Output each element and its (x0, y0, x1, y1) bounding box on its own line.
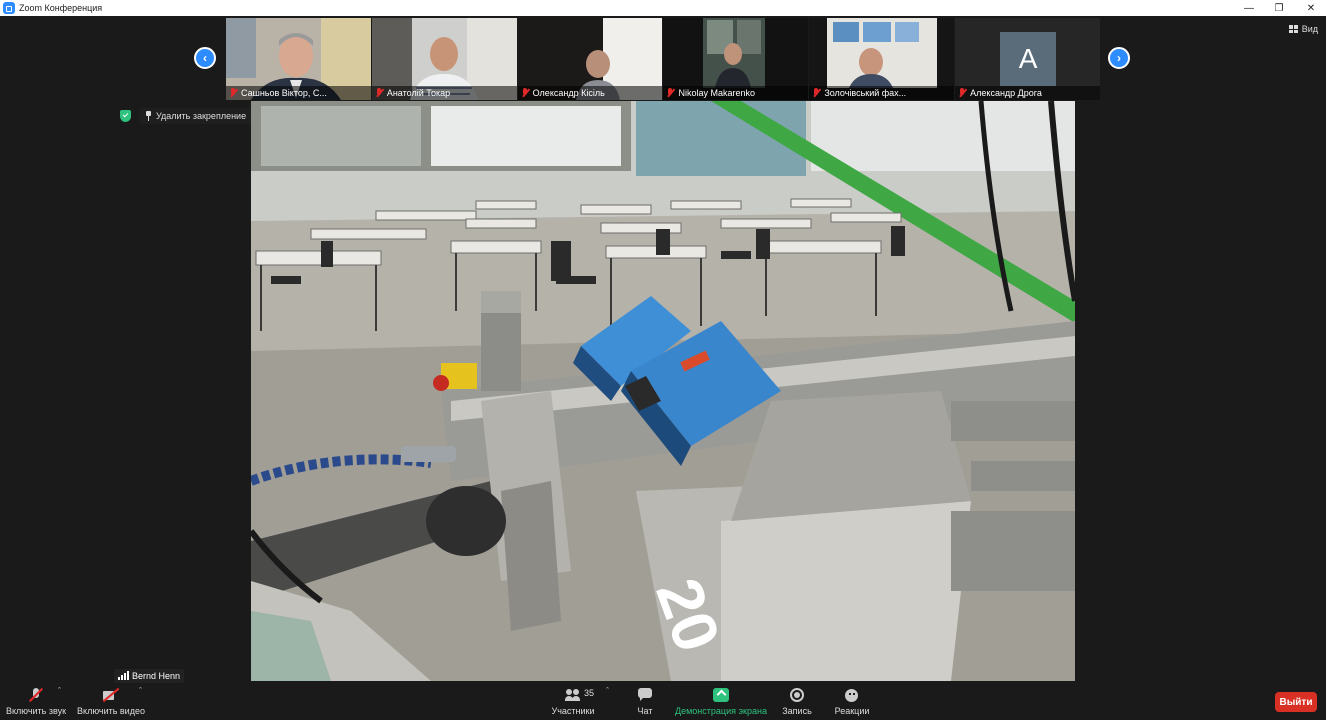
participant-tile[interactable]: Золочівський фах... (809, 18, 955, 100)
security-shield-icon[interactable] (120, 110, 131, 122)
active-speaker-label: Bernd Henn (114, 669, 185, 683)
participants-icon: 35 (565, 688, 594, 702)
camera-off-icon (103, 688, 119, 702)
zoom-logo-icon (3, 2, 15, 14)
participant-tile[interactable]: Анатолій Токар (371, 18, 517, 100)
share-screen-button[interactable]: Демонстрация экрана (675, 684, 767, 720)
share-screen-icon (713, 688, 729, 702)
minimize-button[interactable]: — (1232, 0, 1266, 16)
title-bar: Zoom Конференция — ❐ ✕ (0, 0, 1326, 16)
record-icon (789, 688, 805, 702)
prev-page-button[interactable]: ‹ (194, 47, 216, 69)
video-options-chevron-icon[interactable]: ˆ (139, 686, 142, 696)
chevron-right-icon: › (1117, 51, 1121, 65)
mic-muted-icon (229, 88, 238, 98)
reactions-smiley-icon (844, 688, 860, 702)
main-video-feed: 20 (251, 101, 1075, 681)
participant-tile[interactable]: Олександр Кісіль (517, 18, 663, 100)
close-button[interactable]: ✕ (1294, 0, 1326, 16)
mic-muted-icon (666, 88, 675, 98)
share-screen-label: Демонстрация экрана (675, 706, 767, 716)
leave-meeting-button[interactable]: Выйти (1275, 692, 1317, 712)
participants-button[interactable]: 35 Участники (548, 684, 598, 720)
view-button[interactable]: Вид (1288, 24, 1318, 34)
record-label: Запись (782, 706, 812, 716)
participant-name: Олександр Кісіль (517, 86, 663, 100)
participants-label: Участники (551, 706, 595, 716)
meeting-toolbar: Включить звук ˆ Включить видео ˆ 35 Учас… (0, 684, 1326, 720)
chat-icon (637, 688, 653, 702)
meeting-stage: Вид ‹ › Сашньов Віктор, С... Анатолій То… (0, 16, 1326, 684)
participant-name: Сашньов Віктор, С... (226, 86, 371, 100)
next-page-button[interactable]: › (1108, 47, 1130, 69)
unpin-button[interactable]: Удалить закрепление (139, 108, 253, 124)
chat-label: Чат (637, 706, 653, 716)
participant-name: Nikolay Makarenko (663, 86, 809, 100)
participant-strip: Сашньов Віктор, С... Анатолій Токар Олек… (226, 18, 1100, 100)
participant-name: Александр Дрога (955, 86, 1100, 100)
video-scene: 20 (251, 101, 1075, 681)
unmute-label: Включить звук (5, 706, 67, 716)
window-title: Zoom Конференция (19, 3, 103, 13)
chat-button[interactable]: Чат (630, 684, 660, 720)
view-button-label: Вид (1301, 24, 1318, 34)
signal-strength-icon (118, 671, 129, 680)
participants-options-chevron-icon[interactable]: ˆ (606, 686, 609, 696)
participants-count: 35 (584, 688, 595, 698)
participant-name: Золочівський фах... (809, 86, 955, 100)
start-video-button[interactable]: Включить видео (77, 684, 145, 720)
participant-name: Анатолій Токар (371, 86, 517, 100)
record-button[interactable]: Запись (780, 684, 814, 720)
pin-bar: Удалить закрепление (120, 108, 253, 124)
participant-tile[interactable]: Сашньов Віктор, С... (226, 18, 371, 100)
reactions-label: Реакции (834, 706, 870, 716)
mic-muted-icon (521, 88, 530, 98)
mic-muted-icon (28, 688, 44, 702)
grid-view-icon (1288, 25, 1298, 33)
mic-muted-icon (958, 88, 967, 98)
pin-icon (145, 111, 152, 121)
reactions-button[interactable]: Реакции (834, 684, 870, 720)
unmute-button[interactable]: Включить звук (6, 684, 66, 720)
participant-tile[interactable]: Nikolay Makarenko (663, 18, 809, 100)
active-speaker-name: Bernd Henn (132, 671, 181, 681)
restore-button[interactable]: ❐ (1262, 0, 1296, 16)
avatar: A (1000, 32, 1057, 86)
start-video-label: Включить видео (77, 706, 145, 716)
unpin-label: Удалить закрепление (156, 111, 247, 121)
audio-options-chevron-icon[interactable]: ˆ (58, 686, 61, 696)
chevron-left-icon: ‹ (203, 51, 207, 65)
mic-muted-icon (375, 88, 384, 98)
participant-tile[interactable]: A Александр Дрога (955, 18, 1100, 100)
mic-muted-icon (812, 88, 821, 98)
